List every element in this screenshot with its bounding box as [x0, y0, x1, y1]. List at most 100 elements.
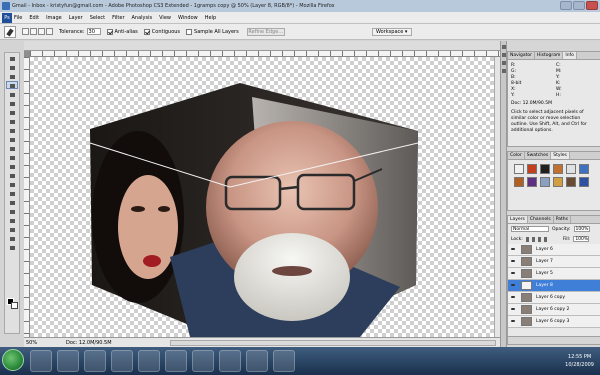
visibility-eye-icon[interactable]: [510, 318, 517, 325]
style-swatch[interactable]: [553, 164, 563, 174]
new-selection-button[interactable]: [22, 28, 29, 35]
layer-row[interactable]: Layer 6 copy: [508, 292, 600, 304]
menu-file[interactable]: File: [14, 15, 22, 21]
visibility-eye-icon[interactable]: [510, 282, 517, 289]
style-swatch[interactable]: [566, 177, 576, 187]
add-selection-button[interactable]: [30, 28, 37, 35]
document-tab[interactable]: [24, 41, 500, 51]
blur-tool-icon[interactable]: [6, 162, 18, 170]
taskbar-button[interactable]: [57, 350, 79, 372]
move-tool-icon[interactable]: [6, 54, 18, 62]
tab-paths[interactable]: Paths: [554, 216, 571, 223]
magic-wand-tool-icon[interactable]: [6, 81, 18, 89]
taskbar-button[interactable]: [273, 350, 295, 372]
style-swatch[interactable]: [553, 177, 563, 187]
eyedropper-tool-icon[interactable]: [6, 225, 18, 233]
crop-tool-icon[interactable]: [6, 90, 18, 98]
tool-presets-icon[interactable]: [502, 69, 506, 73]
tab-info[interactable]: Info: [563, 52, 577, 59]
layer-row[interactable]: Layer 6: [508, 244, 600, 256]
tab-channels[interactable]: Channels: [528, 216, 554, 223]
layer-row[interactable]: Layer 6 copy 3: [508, 316, 600, 328]
layer-row[interactable]: Layer 5: [508, 268, 600, 280]
style-swatch[interactable]: [514, 164, 524, 174]
dodge-tool-icon[interactable]: [6, 171, 18, 179]
taskbar-button[interactable]: [219, 350, 241, 372]
eraser-tool-icon[interactable]: [6, 144, 18, 152]
tolerance-input[interactable]: 30: [86, 28, 101, 35]
menu-view[interactable]: View: [159, 15, 171, 21]
visibility-eye-icon[interactable]: [510, 246, 517, 253]
menu-image[interactable]: Image: [46, 15, 62, 21]
style-swatch[interactable]: [514, 177, 524, 187]
tab-histogram[interactable]: Histogram: [535, 52, 564, 59]
actions-panel-icon[interactable]: [502, 53, 506, 57]
taskbar-button[interactable]: [111, 350, 133, 372]
blend-mode-dropdown[interactable]: Normal: [511, 226, 549, 232]
tab-styles[interactable]: Styles: [551, 152, 570, 159]
style-swatch[interactable]: [540, 164, 550, 174]
menu-edit[interactable]: Edit: [29, 15, 39, 21]
tab-color[interactable]: Color: [508, 152, 525, 159]
layer-row[interactable]: Layer 7: [508, 256, 600, 268]
marquee-tool-icon[interactable]: [6, 63, 18, 71]
slice-tool-icon[interactable]: [6, 99, 18, 107]
history-panel-icon[interactable]: [502, 45, 506, 49]
layer-row[interactable]: Layer 6 copy 2: [508, 304, 600, 316]
visibility-eye-icon[interactable]: [510, 258, 517, 265]
style-swatch[interactable]: [527, 177, 537, 187]
sample-all-layers-checkbox[interactable]: [186, 28, 193, 35]
gradient-tool-icon[interactable]: [6, 153, 18, 161]
menu-layer[interactable]: Layer: [69, 15, 83, 21]
canvas[interactable]: [30, 57, 498, 355]
taskbar-button[interactable]: [165, 350, 187, 372]
hand-tool-icon[interactable]: [6, 234, 18, 242]
visibility-eye-icon[interactable]: [510, 306, 517, 313]
style-swatch[interactable]: [579, 177, 589, 187]
clone-stamp-tool-icon[interactable]: [6, 126, 18, 134]
taskbar-button[interactable]: [246, 350, 268, 372]
brush-tool-icon[interactable]: [6, 117, 18, 125]
tab-swatches[interactable]: Swatches: [525, 152, 552, 159]
lasso-tool-icon[interactable]: [6, 72, 18, 80]
fill-input[interactable]: 100%: [573, 236, 590, 242]
layers-footer-buttons[interactable]: [508, 336, 600, 344]
menu-filter[interactable]: Filter: [112, 15, 124, 21]
healing-tool-icon[interactable]: [6, 108, 18, 116]
workspace-dropdown[interactable]: Workspace ▾: [372, 28, 412, 36]
close-button[interactable]: [586, 1, 598, 10]
intersect-selection-button[interactable]: [46, 28, 53, 35]
visibility-eye-icon[interactable]: [510, 270, 517, 277]
history-brush-tool-icon[interactable]: [6, 135, 18, 143]
zoom-tool-icon[interactable]: [6, 243, 18, 251]
contiguous-checkbox[interactable]: [143, 28, 150, 35]
menu-help[interactable]: Help: [205, 15, 216, 21]
type-tool-icon[interactable]: [6, 189, 18, 197]
pen-tool-icon[interactable]: [6, 180, 18, 188]
taskbar-button[interactable]: [138, 350, 160, 372]
minimize-button[interactable]: [560, 1, 572, 10]
menu-window[interactable]: Window: [178, 15, 198, 21]
path-selection-tool-icon[interactable]: [6, 198, 18, 206]
system-clock[interactable]: 12:55 PM 10/28/2009: [565, 353, 594, 369]
anti-alias-checkbox[interactable]: [106, 28, 113, 35]
style-swatch[interactable]: [540, 177, 550, 187]
background-color-swatch[interactable]: [11, 302, 18, 309]
refine-edge-button[interactable]: Refine Edge...: [246, 27, 285, 36]
lock-icons[interactable]: [525, 236, 550, 242]
layer-row[interactable]: Layer 8: [508, 280, 600, 292]
menu-analysis[interactable]: Analysis: [132, 15, 153, 21]
horizontal-scrollbar[interactable]: [170, 340, 496, 346]
opacity-input[interactable]: 100%: [573, 226, 590, 232]
notes-tool-icon[interactable]: [6, 216, 18, 224]
document-size[interactable]: Doc: 12.0M/90.5M: [66, 340, 112, 346]
style-swatch[interactable]: [579, 164, 589, 174]
subtract-selection-button[interactable]: [38, 28, 45, 35]
tab-navigator[interactable]: Navigator: [508, 52, 536, 59]
taskbar-button[interactable]: [84, 350, 106, 372]
visibility-eye-icon[interactable]: [510, 294, 517, 301]
menu-select[interactable]: Select: [90, 15, 105, 21]
brushes-panel-icon[interactable]: [502, 61, 506, 65]
shape-tool-icon[interactable]: [6, 207, 18, 215]
start-button[interactable]: [2, 349, 24, 371]
